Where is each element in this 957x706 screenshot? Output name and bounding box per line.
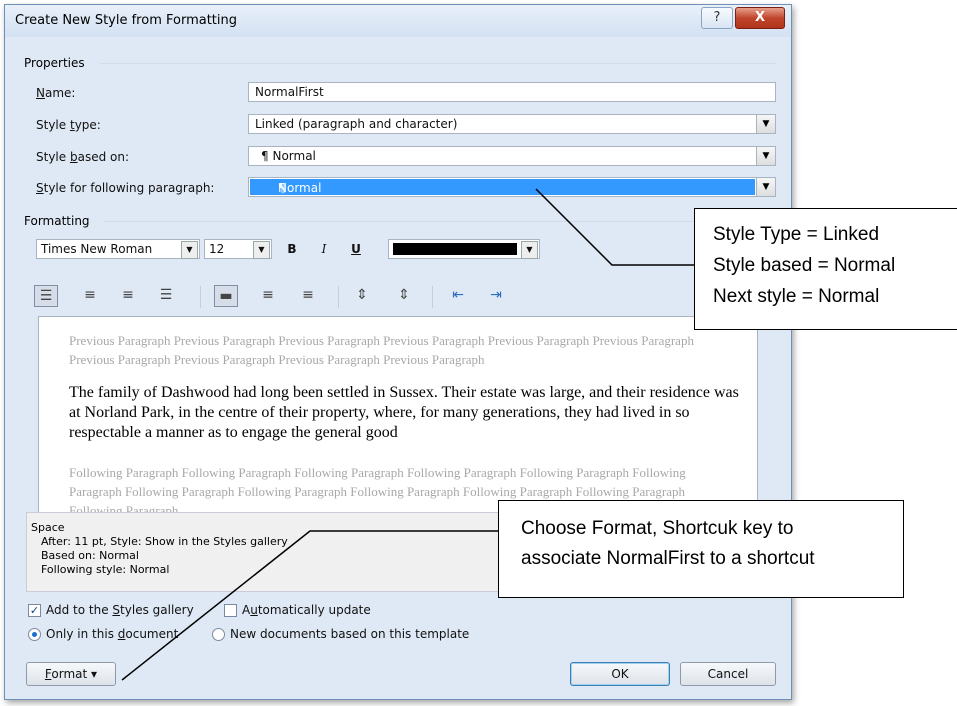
one-half-spacing-icon[interactable]: ≡ <box>256 285 280 307</box>
bold-button[interactable]: B <box>282 240 302 258</box>
toolbar-separator <box>200 286 201 308</box>
font-size-value: 12 <box>209 242 225 256</box>
based-on-select[interactable]: ¶ Normal ▼ <box>248 146 776 166</box>
format-button[interactable]: Format ▾ <box>26 662 116 686</box>
chevron-down-icon[interactable]: ▼ <box>521 241 538 259</box>
callout-line: Style Type = Linked <box>713 224 880 245</box>
callout-line: Choose Format, Shortcuk key to <box>521 518 794 539</box>
callout-line: Style based = Normal <box>713 255 896 276</box>
font-name-select[interactable]: Times New Roman ▼ <box>36 239 200 259</box>
based-on-value: ¶ Normal <box>261 149 316 163</box>
formatting-section-label: Formatting <box>24 214 90 228</box>
name-input[interactable]: NormalFirst <box>248 82 776 102</box>
increase-paragraph-spacing-icon[interactable]: ⇕ <box>350 285 374 307</box>
callout-line: associate NormalFirst to a shortcut <box>521 548 815 569</box>
style-type-value: Linked (paragraph and character) <box>255 117 458 131</box>
chevron-down-icon[interactable]: ▼ <box>756 147 775 165</box>
chevron-down-icon[interactable]: ▼ <box>756 115 775 133</box>
single-spacing-icon[interactable]: ▬ <box>214 285 238 307</box>
auto-update-checkbox[interactable] <box>224 604 237 617</box>
chevron-down-icon[interactable]: ▼ <box>253 241 270 259</box>
only-this-document-radio[interactable] <box>28 628 41 641</box>
decrease-paragraph-spacing-icon[interactable]: ⇕ <box>392 285 416 307</box>
sample-paragraph-text: The family of Dashwood had long been set… <box>69 384 739 441</box>
align-right-icon[interactable]: ≡ <box>116 285 140 307</box>
format-shortcut-callout: Choose Format, Shortcuk key to associate… <box>498 500 904 598</box>
close-button[interactable]: X <box>735 7 785 29</box>
add-to-gallery-checkbox[interactable]: ✓ <box>28 604 41 617</box>
properties-section-label: Properties <box>24 56 85 70</box>
style-type-label: Style type: <box>36 118 101 132</box>
name-label: Name: <box>36 86 76 100</box>
underline-button[interactable]: U <box>346 240 366 258</box>
auto-update-label: Automatically update <box>242 603 371 617</box>
style-preview: Previous Paragraph Previous Paragraph Pr… <box>38 316 758 514</box>
cancel-button[interactable]: Cancel <box>680 662 776 686</box>
help-button[interactable]: ? <box>701 7 733 29</box>
description-line: Based on: Normal <box>41 549 139 562</box>
description-line: Space <box>31 521 65 534</box>
increase-indent-icon[interactable]: ⇥ <box>484 285 508 307</box>
following-paragraph-label: Style for following paragraph: <box>36 181 215 195</box>
toolbar-separator <box>338 286 339 308</box>
description-line: After: 11 pt, Style: Show in the Styles … <box>41 535 288 548</box>
chevron-down-icon[interactable]: ▼ <box>756 178 775 196</box>
chevron-down-icon[interactable]: ▼ <box>181 241 198 259</box>
new-documents-radio[interactable] <box>212 628 225 641</box>
style-settings-callout: Style Type = Linked Style based = Normal… <box>694 208 957 330</box>
font-name-value: Times New Roman <box>41 242 153 256</box>
previous-paragraph-text: Previous Paragraph Previous Paragraph Pr… <box>69 333 694 367</box>
following-paragraph-value: Normal <box>278 181 322 195</box>
new-documents-label: New documents based on this template <box>230 627 470 641</box>
formatting-divider <box>104 221 704 222</box>
following-paragraph-highlight: ¶ Normal <box>250 179 755 195</box>
italic-button[interactable]: I <box>314 240 334 258</box>
properties-divider <box>100 63 776 64</box>
add-to-gallery-label: Add to the Styles gallery <box>46 603 194 617</box>
font-size-select[interactable]: 12 ▼ <box>204 239 272 259</box>
only-this-document-label: Only in this document <box>46 627 179 641</box>
description-line: Following style: Normal <box>41 563 170 576</box>
based-on-label: Style based on: <box>36 150 130 164</box>
font-color-swatch <box>393 243 517 255</box>
paragraph-mark-icon: ¶ <box>261 149 269 163</box>
toolbar-separator <box>432 286 433 308</box>
style-type-select[interactable]: Linked (paragraph and character) ▼ <box>248 114 776 134</box>
justify-icon[interactable]: ☰ <box>154 285 178 307</box>
align-left-icon[interactable]: ☰ <box>34 285 58 307</box>
based-on-text: Normal <box>272 149 316 163</box>
following-paragraph-select[interactable]: ¶ Normal ▼ <box>248 177 776 197</box>
callout-line: Next style = Normal <box>713 286 880 307</box>
align-center-icon[interactable]: ≡ <box>78 285 102 307</box>
dialog-title: Create New Style from Formatting <box>15 13 237 28</box>
font-color-select[interactable]: ▼ <box>388 239 540 259</box>
double-spacing-icon[interactable]: ≡ <box>296 285 320 307</box>
title-bar: Create New Style from Formatting ? X <box>5 5 791 37</box>
ok-button[interactable]: OK <box>570 662 670 686</box>
decrease-indent-icon[interactable]: ⇤ <box>446 285 470 307</box>
